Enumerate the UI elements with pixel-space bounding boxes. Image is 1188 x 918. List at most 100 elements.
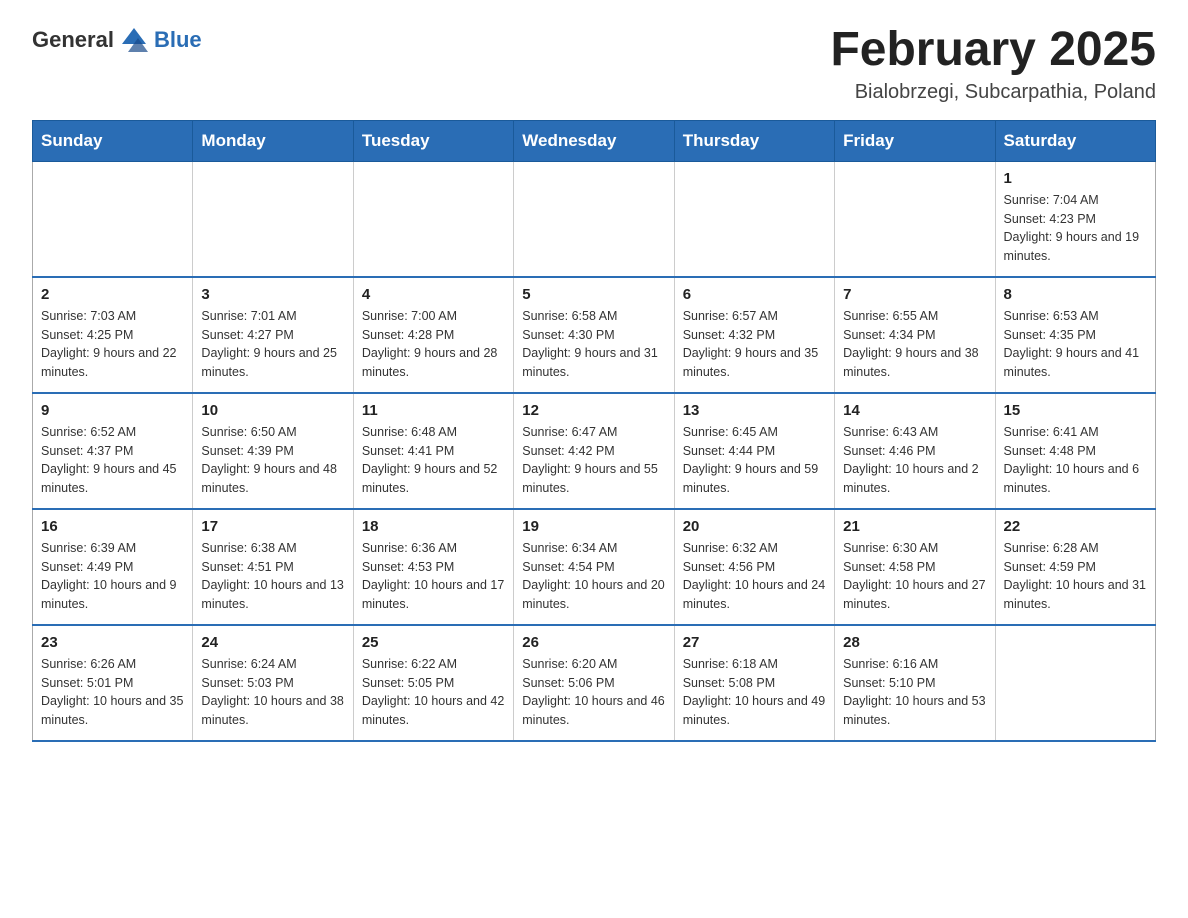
calendar-cell: 25Sunrise: 6:22 AMSunset: 5:05 PMDayligh… — [353, 625, 513, 741]
day-number: 12 — [522, 402, 665, 419]
day-number: 24 — [201, 634, 344, 651]
calendar-cell — [674, 161, 834, 277]
calendar-week-row: 9 Sunrise: 6:52 AMSunset: 4:37 PMDaylight… — [33, 393, 1156, 509]
calendar-cell — [995, 625, 1155, 741]
weekday-header-saturday: Saturday — [995, 120, 1155, 161]
day-number: 2 — [41, 286, 184, 303]
day-info: Sunrise: 6:47 AMSunset: 4:42 PMDaylight:… — [522, 423, 665, 498]
day-number: 4 — [362, 286, 505, 303]
day-info: Sunrise: 6:32 AMSunset: 4:56 PMDaylight:… — [683, 539, 826, 614]
day-number: 8 — [1004, 286, 1147, 303]
day-number: 20 — [683, 518, 826, 535]
day-info: Sunrise: 7:00 AMSunset: 4:28 PMDaylight:… — [362, 307, 505, 382]
weekday-header-row: SundayMondayTuesdayWednesdayThursdayFrid… — [33, 120, 1156, 161]
day-info: Sunrise: 6:36 AMSunset: 4:53 PMDaylight:… — [362, 539, 505, 614]
calendar-cell: 20 Sunrise: 6:32 AMSunset: 4:56 PMDayligh… — [674, 509, 834, 625]
day-number: 15 — [1004, 402, 1147, 419]
day-info: Sunrise: 6:39 AMSunset: 4:49 PMDaylight:… — [41, 539, 184, 614]
calendar-cell: 2 Sunrise: 7:03 AMSunset: 4:25 PMDaylight… — [33, 277, 193, 393]
day-number: 13 — [683, 402, 826, 419]
day-info: Sunrise: 6:18 AMSunset: 5:08 PMDaylight:… — [683, 655, 826, 730]
day-info: Sunrise: 6:57 AMSunset: 4:32 PMDaylight:… — [683, 307, 826, 382]
day-info: Sunrise: 7:04 AMSunset: 4:23 PMDaylight:… — [1004, 191, 1147, 266]
day-number: 28 — [843, 634, 986, 651]
day-number: 19 — [522, 518, 665, 535]
weekday-header-wednesday: Wednesday — [514, 120, 674, 161]
day-info: Sunrise: 6:52 AMSunset: 4:37 PMDaylight:… — [41, 423, 184, 498]
calendar-cell — [514, 161, 674, 277]
calendar-cell: 15 Sunrise: 6:41 AMSunset: 4:48 PMDayligh… — [995, 393, 1155, 509]
day-info: Sunrise: 6:28 AMSunset: 4:59 PMDaylight:… — [1004, 539, 1147, 614]
day-number: 7 — [843, 286, 986, 303]
day-info: Sunrise: 6:48 AMSunset: 4:41 PMDaylight:… — [362, 423, 505, 498]
location-title: Bialobrzegi, Subcarpathia, Poland — [830, 81, 1156, 104]
calendar-cell: 24Sunrise: 6:24 AMSunset: 5:03 PMDayligh… — [193, 625, 353, 741]
calendar-cell: 14 Sunrise: 6:43 AMSunset: 4:46 PMDayligh… — [835, 393, 995, 509]
calendar-week-row: 23 Sunrise: 6:26 AMSunset: 5:01 PMDayligh… — [33, 625, 1156, 741]
day-info: Sunrise: 7:01 AMSunset: 4:27 PMDaylight:… — [201, 307, 344, 382]
calendar-cell: 7Sunrise: 6:55 AMSunset: 4:34 PMDaylight… — [835, 277, 995, 393]
day-info: Sunrise: 6:53 AMSunset: 4:35 PMDaylight:… — [1004, 307, 1147, 382]
day-number: 5 — [522, 286, 665, 303]
calendar-cell: 21 Sunrise: 6:30 AMSunset: 4:58 PMDayligh… — [835, 509, 995, 625]
month-title: February 2025 — [830, 24, 1156, 77]
day-number: 1 — [1004, 170, 1147, 187]
day-info: Sunrise: 7:03 AMSunset: 4:25 PMDaylight:… — [41, 307, 184, 382]
day-number: 21 — [843, 518, 986, 535]
calendar-week-row: 2 Sunrise: 7:03 AMSunset: 4:25 PMDaylight… — [33, 277, 1156, 393]
logo-blue: Blue — [154, 27, 202, 53]
calendar-cell: 18 Sunrise: 6:36 AMSunset: 4:53 PMDayligh… — [353, 509, 513, 625]
logo: General Blue — [32, 24, 202, 56]
day-number: 26 — [522, 634, 665, 651]
day-info: Sunrise: 6:20 AMSunset: 5:06 PMDaylight:… — [522, 655, 665, 730]
day-info: Sunrise: 6:58 AMSunset: 4:30 PMDaylight:… — [522, 307, 665, 382]
day-number: 6 — [683, 286, 826, 303]
day-info: Sunrise: 6:16 AMSunset: 5:10 PMDaylight:… — [843, 655, 986, 730]
day-number: 18 — [362, 518, 505, 535]
day-info: Sunrise: 6:45 AMSunset: 4:44 PMDaylight:… — [683, 423, 826, 498]
logo-icon — [118, 24, 150, 56]
day-info: Sunrise: 6:30 AMSunset: 4:58 PMDaylight:… — [843, 539, 986, 614]
calendar-cell: 1 Sunrise: 7:04 AMSunset: 4:23 PMDaylight… — [995, 161, 1155, 277]
day-number: 14 — [843, 402, 986, 419]
calendar-cell — [353, 161, 513, 277]
calendar-cell: 3Sunrise: 7:01 AMSunset: 4:27 PMDaylight… — [193, 277, 353, 393]
calendar-cell: 17Sunrise: 6:38 AMSunset: 4:51 PMDayligh… — [193, 509, 353, 625]
day-number: 9 — [41, 402, 184, 419]
calendar-cell: 13 Sunrise: 6:45 AMSunset: 4:44 PMDayligh… — [674, 393, 834, 509]
day-number: 27 — [683, 634, 826, 651]
day-info: Sunrise: 6:26 AMSunset: 5:01 PMDaylight:… — [41, 655, 184, 730]
day-number: 23 — [41, 634, 184, 651]
day-number: 22 — [1004, 518, 1147, 535]
calendar-cell: 27 Sunrise: 6:18 AMSunset: 5:08 PMDayligh… — [674, 625, 834, 741]
calendar-cell — [33, 161, 193, 277]
day-number: 10 — [201, 402, 344, 419]
weekday-header-tuesday: Tuesday — [353, 120, 513, 161]
weekday-header-monday: Monday — [193, 120, 353, 161]
calendar-cell: 5 Sunrise: 6:58 AMSunset: 4:30 PMDaylight… — [514, 277, 674, 393]
day-info: Sunrise: 6:50 AMSunset: 4:39 PMDaylight:… — [201, 423, 344, 498]
day-info: Sunrise: 6:43 AMSunset: 4:46 PMDaylight:… — [843, 423, 986, 498]
calendar-cell: 12 Sunrise: 6:47 AMSunset: 4:42 PMDayligh… — [514, 393, 674, 509]
calendar-cell: 4 Sunrise: 7:00 AMSunset: 4:28 PMDaylight… — [353, 277, 513, 393]
calendar-cell — [193, 161, 353, 277]
calendar-week-row: 16 Sunrise: 6:39 AMSunset: 4:49 PMDayligh… — [33, 509, 1156, 625]
day-number: 16 — [41, 518, 184, 535]
calendar-cell: 16 Sunrise: 6:39 AMSunset: 4:49 PMDayligh… — [33, 509, 193, 625]
day-number: 25 — [362, 634, 505, 651]
calendar-cell: 28 Sunrise: 6:16 AMSunset: 5:10 PMDayligh… — [835, 625, 995, 741]
title-section: February 2025 Bialobrzegi, Subcarpathia,… — [830, 24, 1156, 104]
weekday-header-friday: Friday — [835, 120, 995, 161]
calendar-cell: 6 Sunrise: 6:57 AMSunset: 4:32 PMDaylight… — [674, 277, 834, 393]
calendar-cell — [835, 161, 995, 277]
calendar-week-row: 1 Sunrise: 7:04 AMSunset: 4:23 PMDaylight… — [33, 161, 1156, 277]
calendar-cell: 10 Sunrise: 6:50 AMSunset: 4:39 PMDayligh… — [193, 393, 353, 509]
logo-general: General — [32, 27, 114, 53]
calendar-cell: 22 Sunrise: 6:28 AMSunset: 4:59 PMDayligh… — [995, 509, 1155, 625]
calendar-cell: 11Sunrise: 6:48 AMSunset: 4:41 PMDayligh… — [353, 393, 513, 509]
day-info: Sunrise: 6:41 AMSunset: 4:48 PMDaylight:… — [1004, 423, 1147, 498]
weekday-header-thursday: Thursday — [674, 120, 834, 161]
page-header: General Blue February 2025 Bialobrzegi, … — [32, 24, 1156, 104]
calendar-table: SundayMondayTuesdayWednesdayThursdayFrid… — [32, 120, 1156, 742]
day-number: 17 — [201, 518, 344, 535]
